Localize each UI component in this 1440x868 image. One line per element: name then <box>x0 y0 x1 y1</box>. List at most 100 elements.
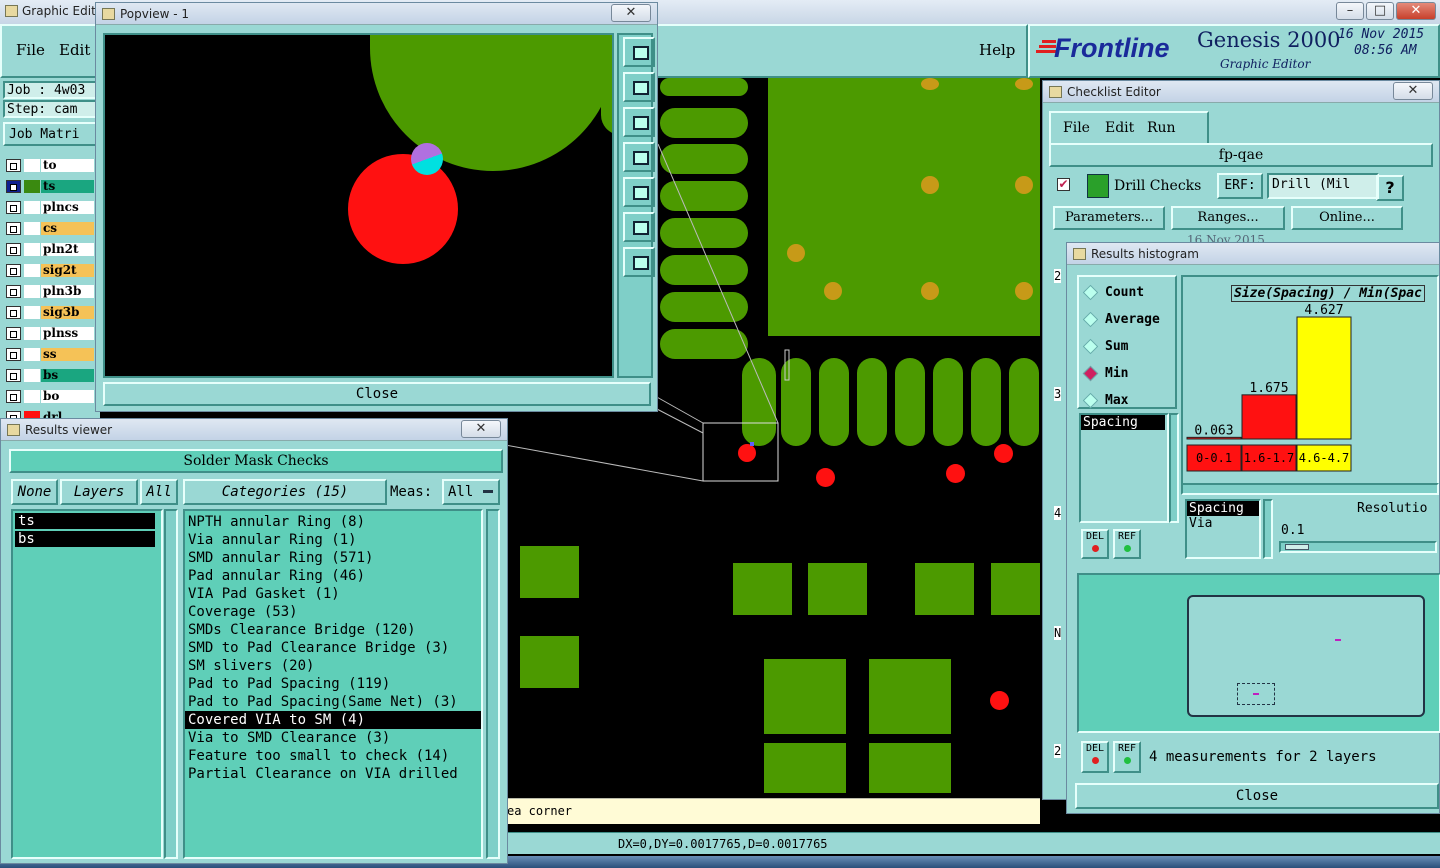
zoom-in-icon[interactable] <box>623 247 655 277</box>
zoom-out-icon[interactable] <box>623 212 655 242</box>
categories-button[interactable]: Categories (15) <box>183 479 387 505</box>
ref-button-top[interactable]: REF <box>1113 529 1141 559</box>
move-right-icon[interactable] <box>623 177 655 207</box>
mode-count[interactable]: Count <box>1082 284 1144 301</box>
erf-help-button[interactable]: ? <box>1376 175 1404 201</box>
del-button-bottom[interactable]: DEL <box>1081 741 1109 773</box>
layer-checkbox[interactable] <box>6 222 21 235</box>
category-item[interactable]: VIA Pad Gasket (1) <box>185 585 481 603</box>
layer-row-ts[interactable]: #3a8a10ts <box>6 179 94 194</box>
layer-row-sig3b[interactable]: #ffffffsig3b <box>6 305 94 320</box>
erf-button[interactable]: ERF: <box>1217 173 1263 199</box>
layer-checkbox[interactable] <box>6 348 21 361</box>
layer-color-swatch[interactable]: #3a8a10 <box>24 180 40 193</box>
maximize-button[interactable]: □ <box>1366 2 1394 20</box>
layer-row-sig2t[interactable]: #ffffffsig2t <box>6 263 94 278</box>
type-list-item[interactable]: Spacing <box>1081 415 1165 430</box>
mode-average[interactable]: Average <box>1082 311 1160 328</box>
type-list-scrollbar[interactable] <box>1169 413 1179 523</box>
layer-checkbox[interactable] <box>6 390 21 403</box>
layer-checkbox[interactable] <box>6 159 21 172</box>
layer-checkbox[interactable] <box>6 264 21 277</box>
mode-min[interactable]: Min <box>1082 365 1128 382</box>
layer-color-swatch[interactable]: #ffffff <box>24 348 40 361</box>
check-enabled-icon[interactable]: ✔ <box>1057 178 1070 191</box>
erf-value-field[interactable]: Drill (Mil <box>1267 173 1379 199</box>
category-item[interactable]: Partial Clearance on VIA drilled <box>185 765 481 783</box>
meas-select[interactable]: All <box>442 479 500 505</box>
popview-close-x[interactable]: ✕ <box>611 4 651 22</box>
move-down-icon[interactable] <box>623 107 655 137</box>
category-item[interactable]: Feature too small to check (14) <box>185 747 481 765</box>
result-layer-item[interactable]: bs <box>15 531 155 547</box>
layer-color-swatch[interactable]: #ffffff <box>24 243 40 256</box>
layer-row-ss[interactable]: #ffffffss <box>6 347 94 362</box>
layer-checkbox[interactable] <box>6 306 21 319</box>
layer-row-plnss[interactable]: #ffffffplnss <box>6 326 94 341</box>
all-layers-button[interactable]: All <box>140 479 178 505</box>
checklist-menu-edit[interactable]: Edit <box>1105 120 1134 136</box>
popview-canvas[interactable] <box>103 33 614 378</box>
category-item[interactable]: SMD to Pad Clearance Bridge (3) <box>185 639 481 657</box>
category-item[interactable]: Via to SMD Clearance (3) <box>185 729 481 747</box>
online-button[interactable]: Online... <box>1291 206 1403 230</box>
mode-sum[interactable]: Sum <box>1082 338 1128 355</box>
layer-row-to[interactable]: #ffffffto <box>6 158 94 173</box>
job-matrix-button[interactable]: Job Matri <box>3 122 97 146</box>
ref-button-bottom[interactable]: REF <box>1113 741 1141 773</box>
category-item[interactable]: SMD annular Ring (571) <box>185 549 481 567</box>
layer-checkbox[interactable] <box>6 180 21 193</box>
category-item[interactable]: Pad to Pad Spacing(Same Net) (3) <box>185 693 481 711</box>
layer-row-bs[interactable]: #ffffffbs <box>6 368 94 383</box>
sub-type-list[interactable]: Spacing Via <box>1185 499 1261 559</box>
layer-color-swatch[interactable]: #ffffff <box>24 222 40 235</box>
categories-list[interactable]: NPTH annular Ring (8) Via annular Ring (1… <box>183 509 483 859</box>
sub-type-item[interactable]: Via <box>1187 516 1259 531</box>
checklist-menu-file[interactable]: File <box>1063 120 1090 136</box>
layer-color-swatch[interactable]: #ffffff <box>24 327 40 340</box>
layer-checkbox[interactable] <box>6 201 21 214</box>
layer-row-bo[interactable]: #ffffffbo <box>6 389 94 404</box>
close-window-button[interactable]: ✕ <box>1396 2 1436 20</box>
layer-checkbox[interactable] <box>6 285 21 298</box>
results-layer-scrollbar[interactable] <box>164 509 178 859</box>
category-item[interactable]: Pad annular Ring (46) <box>185 567 481 585</box>
category-item[interactable]: SM slivers (20) <box>185 657 481 675</box>
layers-button[interactable]: Layers <box>60 479 138 505</box>
histogram-close-button[interactable]: Close <box>1075 783 1439 809</box>
parameters-button[interactable]: Parameters... <box>1053 206 1165 230</box>
histogram-scrollbar[interactable] <box>1181 483 1439 495</box>
layer-checkbox[interactable] <box>6 243 21 256</box>
result-layer-item[interactable]: ts <box>15 513 155 529</box>
popview-close-button[interactable]: Close <box>103 382 651 406</box>
category-item[interactable]: Pad to Pad Spacing (119) <box>185 675 481 693</box>
layer-checkbox[interactable] <box>6 327 21 340</box>
categories-scrollbar[interactable] <box>486 509 500 859</box>
layer-row-cs[interactable]: #ffffffcs <box>6 221 94 236</box>
category-item[interactable]: SMDs Clearance Bridge (120) <box>185 621 481 639</box>
category-item[interactable]: NPTH annular Ring (8) <box>185 513 481 531</box>
ranges-button[interactable]: Ranges... <box>1171 206 1285 230</box>
layer-color-swatch[interactable]: #ffffff <box>24 264 40 277</box>
minimize-button[interactable]: – <box>1336 2 1364 20</box>
menu-file[interactable]: File <box>16 41 45 59</box>
layer-color-swatch[interactable]: #ffffff <box>24 369 40 382</box>
histogram-bar[interactable] <box>1296 316 1352 440</box>
menu-edit[interactable]: Edit <box>59 41 90 59</box>
move-left-icon[interactable] <box>623 142 655 172</box>
histogram-bar[interactable] <box>1241 394 1297 440</box>
sub-type-scrollbar[interactable] <box>1263 499 1273 559</box>
category-item[interactable]: Coverage (53) <box>185 603 481 621</box>
layer-color-swatch[interactable]: #ffffff <box>24 285 40 298</box>
none-button[interactable]: None <box>11 479 58 505</box>
move-up-icon[interactable] <box>623 72 655 102</box>
type-list[interactable]: Spacing <box>1079 413 1169 523</box>
layer-color-swatch[interactable]: #ffffff <box>24 201 40 214</box>
checklist-menu-run[interactable]: Run <box>1147 120 1176 136</box>
layer-row-plncs[interactable]: #ffffffplncs <box>6 200 94 215</box>
layer-row-pln3b[interactable]: #ffffffpln3b <box>6 284 94 299</box>
layer-checkbox[interactable] <box>6 369 21 382</box>
sub-type-item[interactable]: Spacing <box>1187 501 1259 516</box>
layer-color-swatch[interactable]: #ffffff <box>24 390 40 403</box>
checklist-close-x[interactable]: ✕ <box>1393 82 1433 100</box>
